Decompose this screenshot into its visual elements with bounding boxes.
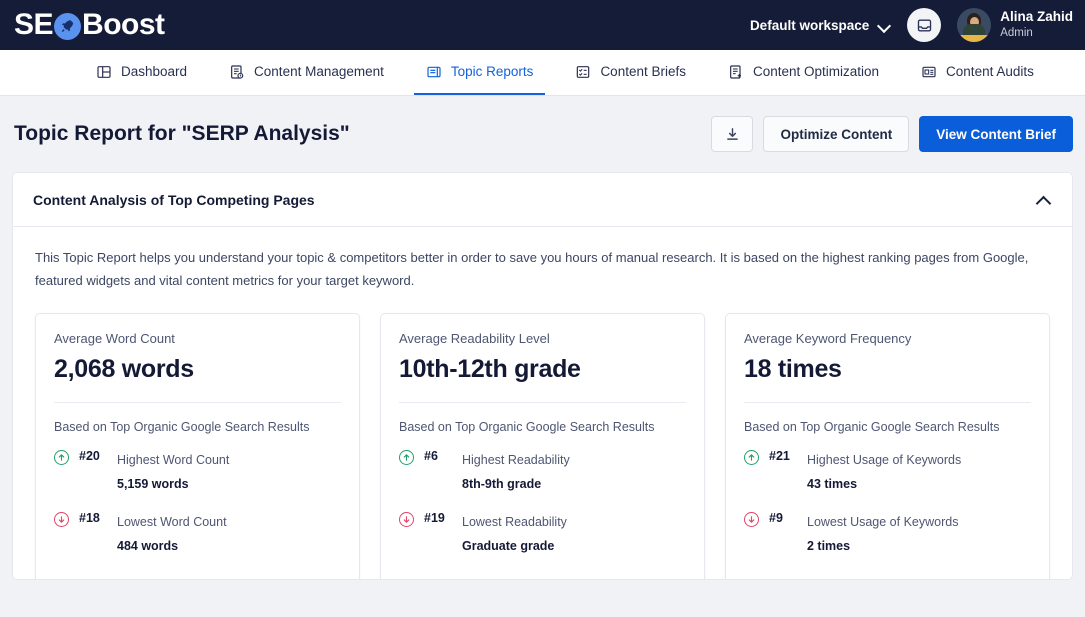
workspace-label: Default workspace: [749, 17, 870, 33]
panel-header[interactable]: Content Analysis of Top Competing Pages: [13, 173, 1072, 227]
nav-item-dashboard[interactable]: Dashboard: [84, 50, 199, 95]
logo-text-left: SE: [14, 8, 54, 41]
stat-rank: #18: [79, 510, 100, 525]
checklist-icon: [577, 65, 590, 78]
metric-label: Average Keyword Frequency: [744, 330, 912, 346]
stat-rank: #9: [769, 510, 783, 525]
arrow-down-circle-icon: [399, 511, 414, 527]
stat-name: Lowest Usage of Keywords: [807, 514, 959, 529]
metric-label: Average Readability Level: [399, 330, 550, 346]
page-title: Topic Report for "SERP Analysis": [14, 122, 350, 145]
layout-dashboard-icon: [97, 65, 111, 78]
stat-name: Highest Word Count: [117, 452, 230, 467]
top-bar: SE Boost Default workspace Alina Zahid A…: [0, 0, 1085, 50]
avatar: [957, 8, 992, 42]
audit-list-icon: [922, 66, 936, 77]
folder-report-icon: [427, 66, 441, 77]
stat-name: Lowest Word Count: [117, 514, 227, 529]
view-content-brief-button[interactable]: View Content Brief: [919, 116, 1073, 152]
nav-label: Content Optimization: [752, 64, 880, 79]
nav-item-content-management[interactable]: Content Management: [217, 50, 396, 95]
arrow-down-circle-icon: [744, 511, 759, 527]
logo-rocket-icon: [54, 12, 82, 40]
user-info: Alina Zahid Admin: [1000, 9, 1073, 40]
stat-name: Highest Readability: [462, 452, 570, 467]
nav-item-topic-reports[interactable]: Topic Reports: [413, 50, 546, 95]
metric-source: Based on Top Organic Google Search Resul…: [744, 419, 1000, 434]
stat-row-lowest: #19 Lowest Readability Graduate grade: [399, 510, 686, 558]
metric-source: Based on Top Organic Google Search Resul…: [54, 419, 310, 434]
stat-row-lowest: #18 Lowest Word Count 484 words: [54, 510, 341, 558]
stat-row-lowest: #9 Lowest Usage of Keywords 2 times: [744, 510, 1031, 558]
metric-value: 2,068 words: [54, 355, 341, 403]
document-plus-icon: [730, 64, 741, 79]
metric-source: Based on Top Organic Google Search Resul…: [399, 419, 655, 434]
metric-card: Average Word Count 2,068 words Based on …: [35, 312, 360, 579]
content-analysis-panel: Content Analysis of Top Competing Pages …: [12, 172, 1073, 580]
stat-value: 484 words: [117, 538, 179, 553]
optimize-content-button[interactable]: Optimize Content: [763, 116, 910, 152]
chevron-up-icon[interactable]: [1036, 195, 1052, 205]
topbar-right-group: Default workspace Alina Zahid Admin: [750, 8, 1073, 42]
arrow-down-circle-icon: [54, 511, 69, 527]
chevron-down-icon: [878, 21, 891, 29]
stat-row-highest: #6 Highest Readability 8th-9th grade: [399, 448, 686, 496]
user-role: Admin: [1000, 27, 1033, 40]
panel-description: This Topic Report helps you understand y…: [35, 250, 1029, 288]
metric-card: Average Readability Level 10th-12th grad…: [380, 312, 705, 579]
stat-rank: #19: [424, 510, 445, 525]
user-menu[interactable]: Alina Zahid Admin: [957, 8, 1073, 42]
logo-text-right: Boost: [82, 8, 165, 41]
download-button[interactable]: [711, 116, 754, 152]
inbox-button[interactable]: [907, 8, 942, 42]
metric-value: 18 times: [744, 355, 1031, 403]
stat-rank: #20: [79, 448, 100, 463]
metric-cards: Average Word Count 2,068 words Based on …: [13, 297, 1072, 579]
stat-value: 2 times: [807, 538, 851, 553]
stat-name: Lowest Readability: [462, 514, 567, 529]
nav-item-content-briefs[interactable]: Content Briefs: [563, 50, 698, 95]
nav-item-content-audits[interactable]: Content Audits: [909, 50, 1046, 95]
stat-value: 8th-9th grade: [462, 476, 542, 491]
stat-name: Highest Usage of Keywords: [807, 452, 962, 467]
workspace-selector[interactable]: Default workspace: [750, 18, 891, 33]
nav-label: Topic Reports: [450, 64, 534, 79]
metric-card: Average Keyword Frequency 18 times Based…: [725, 312, 1050, 579]
metric-value: 10th-12th grade: [399, 355, 686, 403]
stat-row-highest: #21 Highest Usage of Keywords 43 times: [744, 448, 1031, 496]
nav-label: Content Management: [254, 64, 384, 79]
app-logo[interactable]: SE Boost: [14, 10, 165, 40]
metric-label: Average Word Count: [54, 330, 175, 346]
stat-rank: #21: [769, 448, 790, 463]
arrow-up-circle-icon: [54, 449, 69, 465]
panel-title: Content Analysis of Top Competing Pages: [33, 191, 315, 208]
main-navigation: Dashboard Content Management Topic Repor…: [0, 50, 1085, 96]
stat-rank: #6: [424, 448, 438, 463]
arrow-up-circle-icon: [744, 449, 759, 465]
user-name: Alina Zahid: [1000, 9, 1073, 25]
stat-value: Graduate grade: [462, 538, 555, 553]
arrow-up-circle-icon: [399, 449, 414, 465]
page-header: Topic Report for "SERP Analysis" Optimiz…: [0, 96, 1085, 172]
stat-value: 43 times: [807, 476, 858, 491]
inbox-icon: [917, 19, 931, 31]
stat-value: 5,159 words: [117, 476, 189, 491]
stat-row-highest: #20 Highest Word Count 5,159 words: [54, 448, 341, 496]
download-icon: [727, 127, 738, 140]
nav-item-content-optimization[interactable]: Content Optimization: [716, 50, 891, 95]
nav-label: Content Audits: [946, 64, 1034, 79]
nav-label: Dashboard: [121, 64, 188, 79]
page-actions: Optimize Content View Content Brief: [711, 116, 1073, 152]
nav-label: Content Briefs: [600, 64, 686, 79]
document-clock-icon: [231, 64, 244, 79]
